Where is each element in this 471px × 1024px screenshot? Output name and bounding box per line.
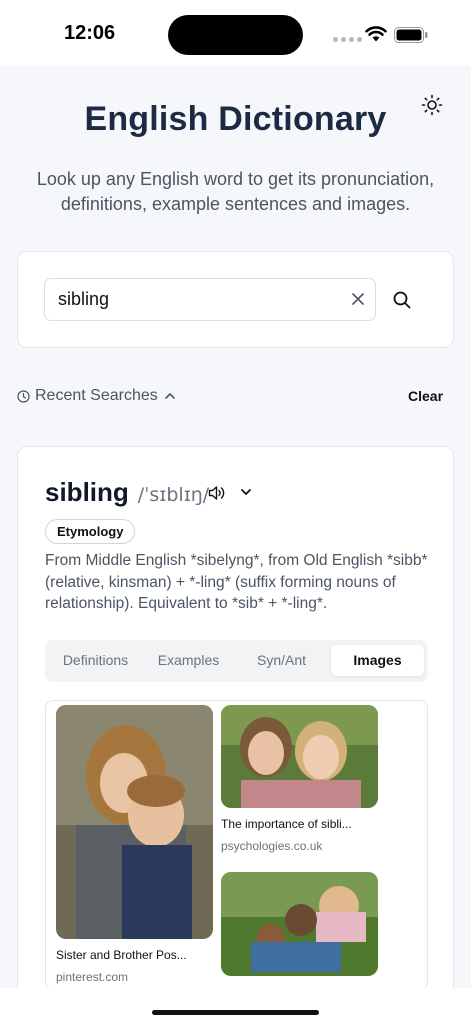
etymology-badge: Etymology	[45, 519, 136, 544]
image-caption: Sister and Brother Pos...	[56, 948, 187, 962]
recent-searches-toggle[interactable]: Recent Searches	[17, 387, 177, 405]
battery-icon	[394, 27, 428, 43]
image-source: pinterest.com	[56, 970, 129, 984]
page-title: English Dictionary	[84, 100, 387, 138]
clear-search-icon[interactable]	[351, 292, 365, 306]
status-bar: 12:06	[0, 0, 471, 66]
home-indicator[interactable]	[152, 1010, 319, 1015]
image-caption: The importance of sibli...	[221, 817, 352, 831]
tab-images[interactable]: Images	[331, 645, 424, 676]
signal-dots-icon	[333, 37, 362, 42]
tab-syn-ant[interactable]: Syn/Ant	[235, 645, 328, 676]
chevron-down-icon[interactable]	[240, 488, 252, 496]
wifi-icon	[365, 26, 387, 42]
images-panel: Sister and Brother Pos... pinterest.com …	[45, 700, 428, 990]
image-source: psychologies.co.uk	[221, 839, 323, 853]
status-time: 12:06	[64, 22, 116, 44]
search-box	[44, 278, 376, 321]
word-header: sibling /ˈsɪblɪŋ/	[45, 477, 209, 508]
dynamic-island	[168, 15, 303, 55]
tab-examples[interactable]: Examples	[142, 645, 235, 676]
search-input[interactable]	[58, 279, 338, 320]
image-thumbnail	[221, 872, 378, 976]
phonetic: /ˈsɪblɪŋ/	[137, 484, 210, 506]
bottom-safe-area	[0, 988, 471, 1024]
tab-bar: Definitions Examples Syn/Ant Images	[45, 640, 428, 682]
image-thumbnail	[56, 705, 213, 939]
word-title: sibling	[45, 477, 129, 507]
clear-recent-button[interactable]: Clear	[408, 388, 443, 404]
recent-searches-label: Recent Searches	[35, 387, 158, 404]
chevron-up-icon	[164, 393, 175, 399]
search-icon[interactable]	[392, 290, 412, 310]
search-card	[17, 251, 454, 348]
image-result[interactable]	[221, 872, 378, 985]
word-card: sibling /ˈsɪblɪŋ/ Etymology From Middle …	[17, 446, 454, 1006]
clock-icon	[17, 389, 30, 403]
etymology-text: From Middle English *sibelyng*, from Old…	[45, 552, 428, 612]
image-result[interactable]: The importance of sibli... psychologies.…	[221, 705, 378, 853]
speaker-icon[interactable]	[208, 485, 226, 501]
image-thumbnail	[221, 705, 378, 808]
tab-definitions[interactable]: Definitions	[49, 645, 142, 676]
image-result[interactable]: Sister and Brother Pos... pinterest.com	[56, 705, 213, 984]
page-subtitle: Look up any English word to get its pron…	[36, 169, 435, 214]
